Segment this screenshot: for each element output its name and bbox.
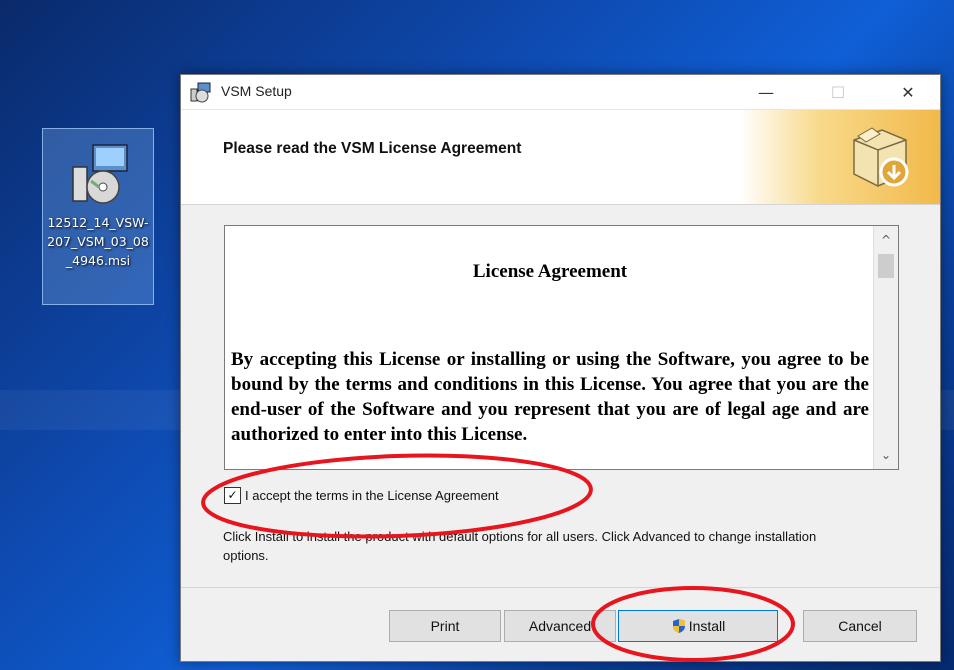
desktop-msi-file-icon[interactable]: 12512_14_VSW-207_VSM_03_08_4946.msi [42, 128, 154, 305]
license-content: License Agreement By accepting this Lice… [231, 226, 869, 447]
desktop-icon-label: 12512_14_VSW-207_VSM_03_08_4946.msi [47, 215, 149, 268]
accept-terms-label[interactable]: I accept the terms in the License Agreem… [245, 488, 499, 503]
window-title: VSM Setup [221, 83, 292, 99]
installer-file-icon [72, 144, 128, 204]
package-install-icon [853, 127, 909, 187]
install-button[interactable]: Install [618, 610, 778, 642]
dialog-heading: Please read the VSM License Agreement [223, 140, 522, 157]
scroll-up-arrow-icon[interactable]: ^ [874, 230, 898, 250]
install-button-label: Install [688, 618, 726, 634]
advanced-button[interactable]: Advanced [504, 610, 616, 642]
minimize-button[interactable]: — [743, 75, 789, 109]
print-button[interactable]: Print [389, 610, 501, 642]
maximize-button[interactable]: ☐ [815, 75, 861, 109]
accept-terms-row[interactable]: ✓ I accept the terms in the License Agre… [224, 487, 499, 504]
install-help-text: Click Install to install the product wit… [223, 529, 817, 563]
license-text-box[interactable]: License Agreement By accepting this Lice… [224, 225, 899, 470]
title-bar[interactable]: VSM Setup — ☐ ✕ [181, 75, 940, 110]
cancel-button[interactable]: Cancel [803, 610, 917, 642]
setup-window: VSM Setup — ☐ ✕ Please read the VSM Lice… [180, 74, 941, 662]
scroll-thumb[interactable] [878, 254, 894, 278]
uac-shield-icon [672, 619, 685, 633]
scroll-down-arrow-icon[interactable]: ⌄ [874, 445, 898, 465]
license-body: By accepting this License or installing … [231, 349, 869, 445]
accept-terms-checkbox[interactable]: ✓ [224, 487, 241, 504]
close-button[interactable]: ✕ [885, 75, 931, 109]
setup-app-icon [190, 82, 211, 103]
footer-divider [181, 587, 940, 588]
license-title: License Agreement [472, 261, 628, 282]
dialog-header: Please read the VSM License Agreement [181, 110, 940, 205]
license-scrollbar[interactable]: ^ ⌄ [873, 226, 898, 469]
